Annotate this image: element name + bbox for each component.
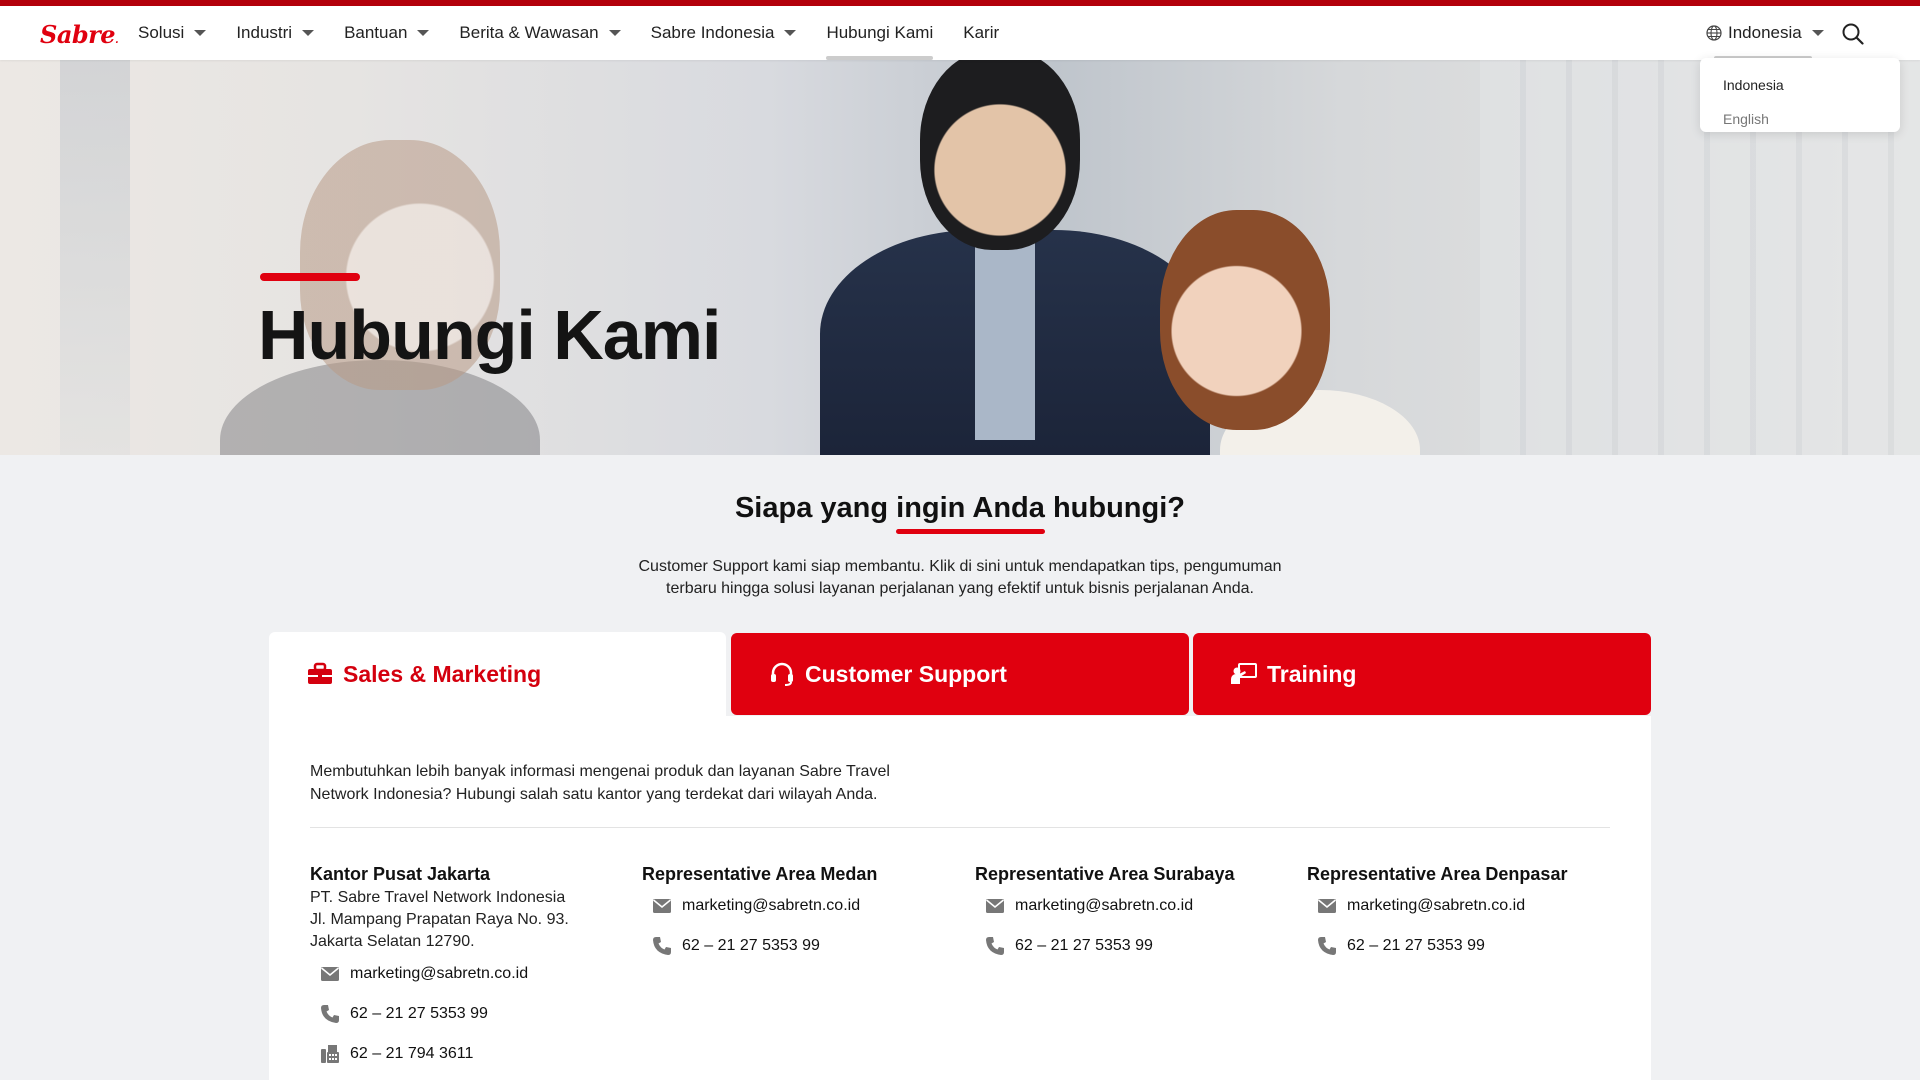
language-option-indonesia[interactable]: Indonesia <box>1700 68 1900 102</box>
office-contacts: marketing@sabretn.co.id 62 – 21 27 5353 … <box>310 962 630 1066</box>
tab-training[interactable]: Training <box>1193 633 1651 715</box>
office-address: PT. Sabre Travel Network Indonesia Jl. M… <box>310 887 630 953</box>
phone-contact[interactable]: 62 – 21 27 5353 99 <box>1307 934 1627 958</box>
phone-icon <box>1318 937 1336 955</box>
section-title-post: hubungi? <box>1044 492 1186 524</box>
panel-description: Membutuhkan lebih banyak informasi menge… <box>310 763 890 803</box>
hero-person-right <box>1160 210 1330 430</box>
tab-sales-marketing[interactable]: Sales & Marketing <box>269 632 726 716</box>
email-address: marketing@sabretn.co.id <box>1347 897 1526 914</box>
main-navigation: Sabre. Solusi Industri Bantuan Berita & … <box>0 6 1920 60</box>
nav-item-industri[interactable]: Industri <box>236 6 315 60</box>
email-address: marketing@sabretn.co.id <box>1015 897 1194 914</box>
address-line: PT. Sabre Travel Network Indonesia <box>310 889 566 906</box>
fax-contact[interactable]: 62 – 21 794 3611 <box>310 1042 630 1066</box>
phone-contact[interactable]: 62 – 21 27 5353 99 <box>310 1002 630 1026</box>
office-contacts: marketing@sabretn.co.id 62 – 21 27 5353 … <box>642 894 962 958</box>
tab-panel-sales-marketing: Membutuhkan lebih banyak informasi menge… <box>269 716 1651 1080</box>
hero-window-frame <box>60 60 130 455</box>
tab-customer-support[interactable]: Customer Support <box>731 633 1189 715</box>
nav-label: Bantuan <box>344 23 408 42</box>
phone-number: 62 – 21 27 5353 99 <box>350 1005 488 1022</box>
divider <box>310 827 1610 828</box>
office-medan: Representative Area Medan marketing@sabr… <box>642 864 962 958</box>
page-title: Hubungi Kami <box>258 296 721 374</box>
email-contact[interactable]: marketing@sabretn.co.id <box>1307 894 1627 918</box>
globe-icon <box>1706 25 1722 41</box>
chevron-down-icon <box>1811 30 1824 36</box>
nav-item-bantuan[interactable]: Bantuan <box>344 6 430 60</box>
email-contact[interactable]: marketing@sabretn.co.id <box>975 894 1295 918</box>
nav-label: Solusi <box>138 23 185 42</box>
office-jakarta: Kantor Pusat Jakarta PT. Sabre Travel Ne… <box>310 864 630 1066</box>
phone-number: 62 – 21 27 5353 99 <box>682 937 820 954</box>
address-line: Jl. Mampang Prapatan Raya No. 93. <box>310 911 569 928</box>
office-contacts: marketing@sabretn.co.id 62 – 21 27 5353 … <box>975 894 1295 958</box>
phone-contact[interactable]: 62 – 21 27 5353 99 <box>975 934 1295 958</box>
nav-item-karir[interactable]: Karir <box>963 6 999 60</box>
tab-label: Customer Support <box>805 660 1007 687</box>
hero-person-center-shirt <box>975 240 1035 440</box>
nav-label: Sabre Indonesia <box>650 23 775 42</box>
office-name: Representative Area Medan <box>642 864 878 884</box>
envelope-icon <box>652 899 672 913</box>
search-icon[interactable] <box>1842 23 1864 45</box>
envelope-icon <box>985 899 1005 913</box>
tab-label: Sales & Marketing <box>343 660 542 687</box>
chevron-down-icon <box>608 30 621 36</box>
language-option-english[interactable]: English <box>1700 102 1900 136</box>
hero-person-center <box>920 60 1080 250</box>
office-surabaya: Representative Area Surabaya marketing@s… <box>975 864 1295 958</box>
hero-banner <box>0 60 1920 455</box>
nav-label: Hubungi Kami <box>826 23 934 42</box>
briefcase-icon <box>308 662 332 684</box>
nav-menu: Solusi Industri Bantuan Berita & Wawasan… <box>138 6 1029 60</box>
email-address: marketing@sabretn.co.id <box>350 965 529 982</box>
sabre-logo[interactable]: Sabre. <box>40 20 119 49</box>
chevron-down-icon <box>784 30 797 36</box>
section-description: Customer Support kami siap membantu. Kli… <box>638 558 1282 597</box>
nav-item-hubungi-kami[interactable]: Hubungi Kami <box>826 6 933 60</box>
nav-item-solusi[interactable]: Solusi <box>138 6 207 60</box>
nav-label: Industri <box>236 23 293 42</box>
office-name: Kantor Pusat Jakarta <box>310 864 491 884</box>
office-denpasar: Representative Area Denpasar marketing@s… <box>1307 864 1627 958</box>
hero-title-accent <box>260 273 360 281</box>
headset-icon <box>771 662 793 686</box>
phone-icon <box>986 937 1004 955</box>
section-title-pre: Siapa yang <box>734 492 897 524</box>
fax-icon <box>321 1045 339 1063</box>
office-name: Representative Area Denpasar <box>1307 864 1568 884</box>
language-label: Indonesia <box>1728 23 1802 42</box>
office-name: Representative Area Surabaya <box>975 864 1235 884</box>
phone-icon <box>653 937 671 955</box>
language-selector[interactable]: Indonesia <box>1706 6 1824 60</box>
presentation-icon <box>1231 663 1257 684</box>
nav-label: Karir <box>963 23 1000 42</box>
office-contacts: marketing@sabretn.co.id 62 – 21 27 5353 … <box>1307 894 1627 958</box>
language-dropdown: Indonesia English <box>1700 58 1900 132</box>
envelope-icon <box>1317 899 1337 913</box>
section-title-highlight: ingin Anda <box>896 492 1045 524</box>
phone-contact[interactable]: 62 – 21 27 5353 99 <box>642 934 962 958</box>
address-line: Jakarta Selatan 12790. <box>310 933 475 950</box>
envelope-icon <box>320 967 340 981</box>
nav-item-berita-wawasan[interactable]: Berita & Wawasan <box>459 6 621 60</box>
logo-dot: . <box>115 35 119 46</box>
phone-number: 62 – 21 27 5353 99 <box>1015 937 1153 954</box>
tab-label: Training <box>1267 660 1357 687</box>
section-title: Siapa yang ingin Anda hubungi? <box>0 492 1920 525</box>
fax-number: 62 – 21 794 3611 <box>350 1045 474 1062</box>
chevron-down-icon <box>302 30 315 36</box>
phone-icon <box>321 1005 339 1023</box>
nav-item-sabre-indonesia[interactable]: Sabre Indonesia <box>651 6 797 60</box>
chevron-down-icon <box>417 30 430 36</box>
email-contact[interactable]: marketing@sabretn.co.id <box>310 962 630 986</box>
nav-label: Berita & Wawasan <box>459 23 599 42</box>
email-contact[interactable]: marketing@sabretn.co.id <box>642 894 962 918</box>
phone-number: 62 – 21 27 5353 99 <box>1347 937 1485 954</box>
logo-text: Sabre <box>40 20 116 49</box>
chevron-down-icon <box>194 30 207 36</box>
email-address: marketing@sabretn.co.id <box>682 897 861 914</box>
